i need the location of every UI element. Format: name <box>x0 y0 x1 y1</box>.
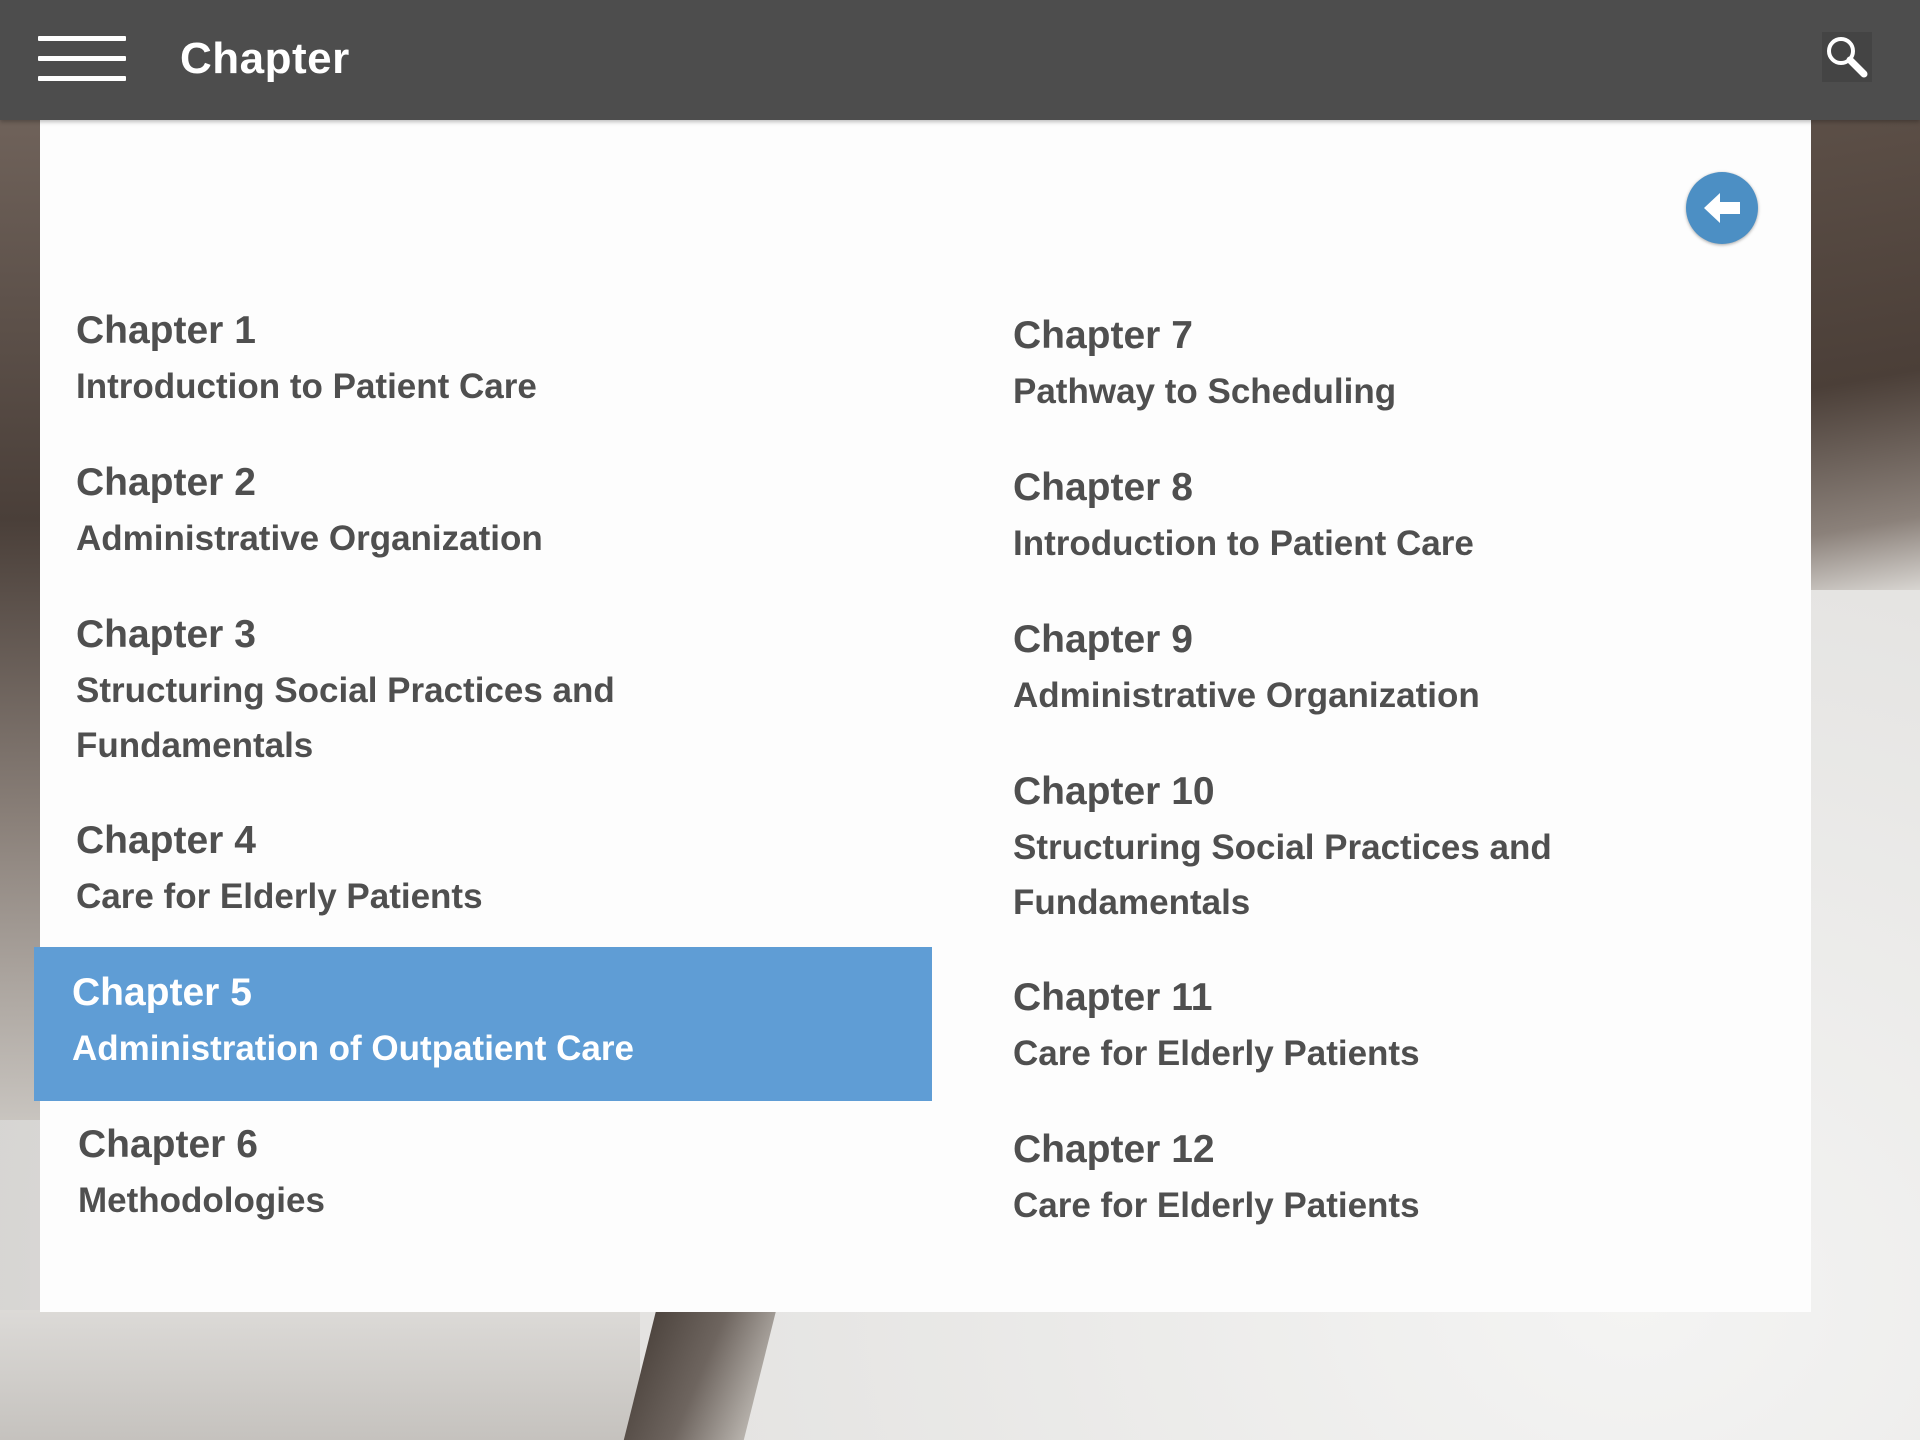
chapter-title: Introduction to Patient Care <box>76 367 537 406</box>
background-floor <box>0 1310 640 1440</box>
chapter-number: Chapter 4 <box>76 819 256 862</box>
menu-button[interactable] <box>38 36 126 82</box>
chapter-number: Chapter 7 <box>1013 314 1193 357</box>
chapter-item[interactable]: Chapter 6 Methodologies <box>40 1120 938 1240</box>
chapter-list-panel: Chapter 1 Introduction to Patient Care C… <box>34 120 1811 1312</box>
chapter-title: Structuring Social Practices and Fundame… <box>76 671 615 765</box>
chapter-number: Chapter 6 <box>78 1123 258 1166</box>
chapter-title: Care for Elderly Patients <box>76 877 483 916</box>
chapter-number: Chapter 8 <box>1013 466 1193 509</box>
chapter-title: Methodologies <box>78 1181 325 1220</box>
chapter-number: Chapter 10 <box>1013 770 1215 813</box>
back-button[interactable] <box>1686 172 1758 244</box>
chapter-item[interactable]: Chapter 8 Introduction to Patient Care <box>938 463 1811 583</box>
chapter-title: Administrative Organization <box>1013 676 1480 715</box>
chapter-item[interactable]: Chapter 10 Structuring Social Practices … <box>938 767 1811 942</box>
chapter-number: Chapter 3 <box>76 613 256 656</box>
arrow-left-icon <box>1704 193 1740 223</box>
chapter-title: Care for Elderly Patients <box>1013 1034 1420 1073</box>
chapter-item-selected[interactable]: Chapter 5 Administration of Outpatient C… <box>34 947 932 1101</box>
chapter-title: Introduction to Patient Care <box>1013 524 1474 563</box>
chapter-number: Chapter 12 <box>1013 1128 1215 1171</box>
page-title: Chapter <box>180 34 350 83</box>
background-shadow-right <box>1810 120 1920 590</box>
chapter-item[interactable]: Chapter 11 Care for Elderly Patients <box>938 973 1811 1093</box>
chapter-item[interactable]: Chapter 9 Administrative Organization <box>938 615 1811 735</box>
chapter-number: Chapter 11 <box>1013 976 1213 1019</box>
background-floor-strip <box>623 1310 777 1440</box>
chapter-item[interactable]: Chapter 12 Care for Elderly Patients <box>938 1125 1811 1245</box>
chapter-number: Chapter 1 <box>76 309 256 352</box>
hamburger-icon-line <box>38 56 126 61</box>
chapter-number: Chapter 5 <box>72 971 252 1014</box>
chapter-item[interactable]: Chapter 2 Administrative Organization <box>40 458 938 578</box>
chapter-title: Care for Elderly Patients <box>1013 1186 1420 1225</box>
chapter-title: Administrative Organization <box>76 519 543 558</box>
chapter-item[interactable]: Chapter 3 Structuring Social Practices a… <box>40 610 938 785</box>
hamburger-icon-line <box>38 76 126 81</box>
search-icon <box>1827 37 1868 78</box>
chapter-number: Chapter 2 <box>76 461 256 504</box>
search-button[interactable] <box>1822 32 1872 82</box>
chapter-title: Administration of Outpatient Care <box>72 1029 634 1068</box>
chapter-item[interactable]: Chapter 4 Care for Elderly Patients <box>40 816 938 936</box>
top-app-bar: Chapter <box>0 0 1920 120</box>
chapter-title: Structuring Social Practices and Fundame… <box>1013 828 1552 922</box>
chapter-item[interactable]: Chapter 1 Introduction to Patient Care <box>40 306 938 426</box>
hamburger-icon-line <box>38 36 126 41</box>
chapter-title: Pathway to Scheduling <box>1013 372 1397 411</box>
chapter-number: Chapter 9 <box>1013 618 1193 661</box>
chapter-item[interactable]: Chapter 7 Pathway to Scheduling <box>938 311 1811 431</box>
